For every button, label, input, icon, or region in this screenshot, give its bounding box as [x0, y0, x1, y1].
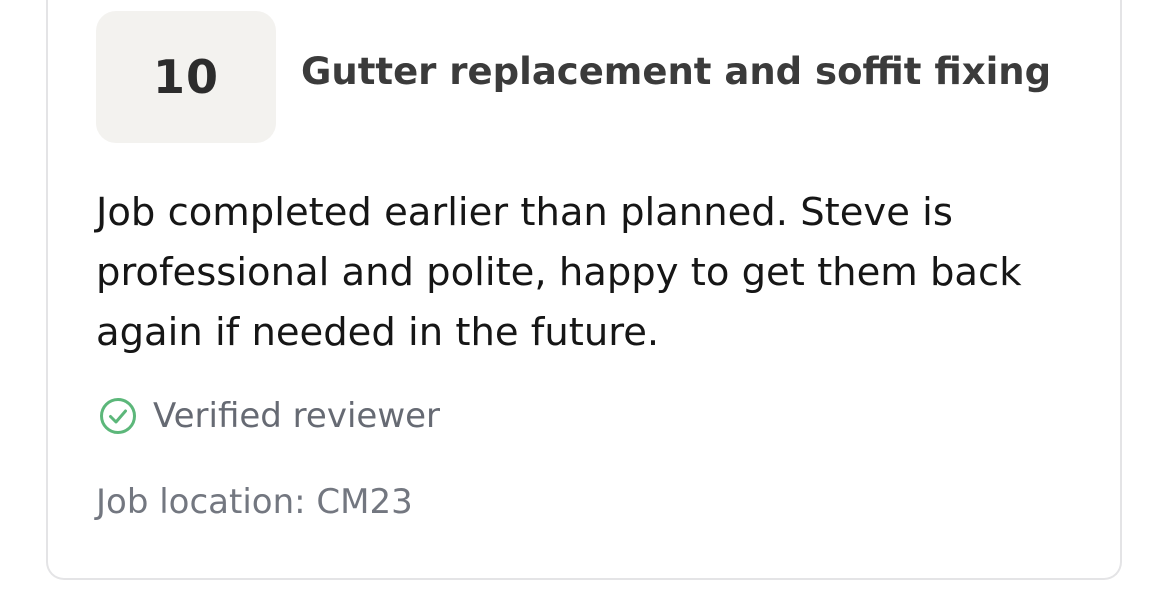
- verified-reviewer-label: Verified reviewer: [153, 396, 441, 436]
- verified-reviewer-badge: Verified reviewer: [98, 396, 440, 436]
- job-location: Job location: CM23: [96, 482, 413, 522]
- review-text: Job completed earlier than planned. Stev…: [96, 190, 1022, 355]
- review-title: Gutter replacement and soffit fixing: [301, 50, 1052, 93]
- check-circle-icon: [98, 396, 138, 436]
- review-score: 10: [152, 50, 219, 104]
- review-score-badge: 10: [96, 11, 276, 143]
